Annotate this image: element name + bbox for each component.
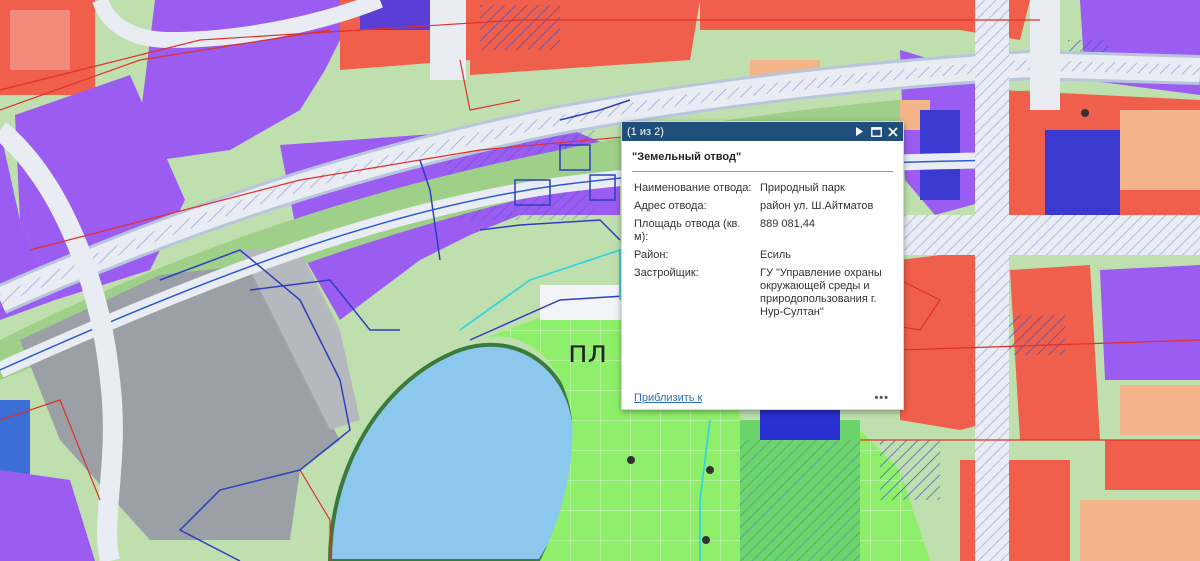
park-dot	[1081, 109, 1089, 117]
zone-red	[1105, 440, 1200, 490]
road-vertical-hatch	[975, 0, 1009, 561]
attribute-key: Застройщик:	[634, 267, 699, 279]
map-place-label: пл	[568, 335, 607, 370]
park-dot	[627, 456, 635, 464]
zoom-to-link[interactable]: Приблизить к	[634, 392, 702, 404]
zone-blue	[760, 410, 840, 440]
attribute-key: Район:	[634, 249, 669, 261]
maximize-icon[interactable]	[870, 126, 882, 138]
popup-footer: Приблизить к •••	[622, 387, 903, 409]
attribute-value: район ул. Ш.Айтматов	[760, 200, 874, 212]
zone-hatched	[480, 5, 560, 50]
next-feature-icon[interactable]	[853, 126, 865, 138]
popup-controls	[853, 126, 899, 138]
zone-orange	[1120, 110, 1200, 190]
zone-purple	[1100, 265, 1200, 380]
zone-hatched	[880, 440, 940, 500]
attribute-value: 889 081,44	[760, 218, 816, 230]
attribute-value: ГУ "Управление охраны окружающей среды и…	[760, 267, 882, 318]
road-vertical	[1030, 0, 1060, 110]
park-dot	[706, 466, 714, 474]
attribute-key: Площадь отвода (кв. м):	[634, 218, 741, 243]
road-vertical	[430, 0, 466, 80]
attribute-row: Район: Есиль	[634, 249, 893, 267]
attribute-row: Наименование отвода: Природный парк	[634, 182, 893, 200]
road-cross-hatch	[880, 215, 1200, 255]
attribute-value: Есиль	[760, 249, 792, 261]
attribute-row: Адрес отвода: район ул. Ш.Айтматов	[634, 200, 893, 218]
zone-orange	[10, 10, 70, 70]
attribute-key: Адрес отвода:	[634, 200, 707, 212]
zone-orange	[1080, 500, 1200, 561]
zone-hatched	[1005, 315, 1065, 355]
attribute-value: Природный парк	[760, 182, 845, 194]
attribute-table: Наименование отвода: Природный парк Адре…	[634, 182, 893, 324]
attribute-row: Застройщик: ГУ "Управление охраны окружа…	[634, 267, 893, 324]
popup-title: "Земельный отвод"	[632, 151, 893, 172]
feature-popup: (1 из 2) "Земельный отвод" Наименование …	[621, 121, 904, 410]
map-canvas[interactable]: пл	[0, 0, 1200, 561]
popup-pager: (1 из 2)	[627, 125, 664, 138]
zone-orange	[1120, 385, 1200, 435]
zone-blue	[1045, 130, 1120, 215]
close-icon[interactable]	[887, 126, 899, 138]
popup-header: (1 из 2)	[622, 122, 903, 141]
attribute-row: Площадь отвода (кв. м): 889 081,44	[634, 218, 893, 249]
park-dot	[702, 536, 710, 544]
attribute-key: Наименование отвода:	[634, 182, 752, 194]
more-options-icon[interactable]: •••	[874, 392, 889, 404]
zone-hatched	[740, 440, 860, 561]
